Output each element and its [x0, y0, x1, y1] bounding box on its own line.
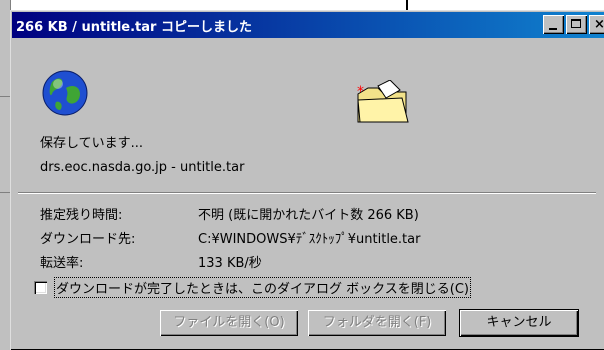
globe-icon	[42, 70, 88, 116]
download-source: drs.eoc.nasda.go.jp - untitle.tar	[40, 160, 245, 175]
destination-label: ダウンロード先:	[40, 232, 136, 247]
minimize-button[interactable]	[543, 15, 564, 34]
close-on-complete-checkbox[interactable]	[34, 281, 47, 294]
maximize-button[interactable]	[566, 15, 587, 34]
open-folder-button[interactable]: フォルダを開く(F)	[308, 310, 446, 336]
minimize-icon	[549, 28, 557, 30]
close-on-complete-label[interactable]: ダウンロードが完了したときは、このダイアログ ボックスを閉じる(C)	[54, 277, 471, 298]
close-button[interactable]: ×	[589, 15, 604, 34]
window-title: 266 KB / untitle.tar コピーしました	[16, 20, 252, 35]
folder-icon: *	[357, 80, 409, 123]
transfer-rate-value: 133 KB/秒	[198, 256, 262, 271]
cancel-button[interactable]: キャンセル	[460, 310, 578, 336]
maximize-icon	[571, 19, 581, 28]
close-on-complete-option[interactable]: ダウンロードが完了したときは、このダイアログ ボックスを閉じる(C)	[34, 277, 471, 298]
estimated-time-value: 不明 (既に開かれたバイト数 266 KB)	[198, 208, 419, 223]
separator	[18, 192, 596, 194]
svg-text:*: *	[357, 84, 364, 100]
destination-value: C:¥WINDOWS¥ﾃﾞｽｸﾄｯﾌﾟ¥untitle.tar	[198, 232, 421, 247]
estimated-time-label: 推定残り時間:	[40, 208, 123, 223]
open-file-button[interactable]: ファイルを開く(O)	[160, 310, 298, 336]
background-divider	[0, 192, 10, 193]
title-bar[interactable]: 266 KB / untitle.tar コピーしました ×	[12, 12, 604, 38]
transfer-rate-label: 転送率:	[40, 256, 84, 271]
background-divider	[0, 96, 10, 97]
close-icon: ×	[594, 17, 604, 32]
download-progress-dialog: 266 KB / untitle.tar コピーしました × * 保存しています…	[10, 10, 604, 350]
saving-status: 保存しています...	[40, 136, 144, 151]
